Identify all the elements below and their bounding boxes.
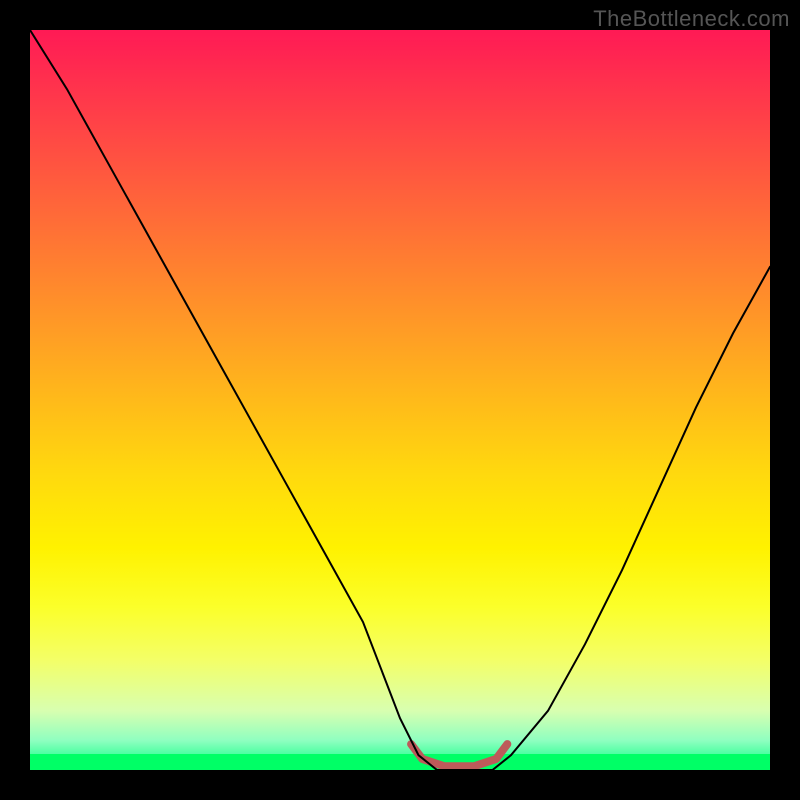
trough-highlight-path (411, 744, 507, 766)
plot-area (30, 30, 770, 770)
chart-frame: TheBottleneck.com (0, 0, 800, 800)
watermark-text: TheBottleneck.com (593, 6, 790, 32)
curve-layer (30, 30, 770, 770)
bottleneck-curve-path (30, 30, 770, 770)
